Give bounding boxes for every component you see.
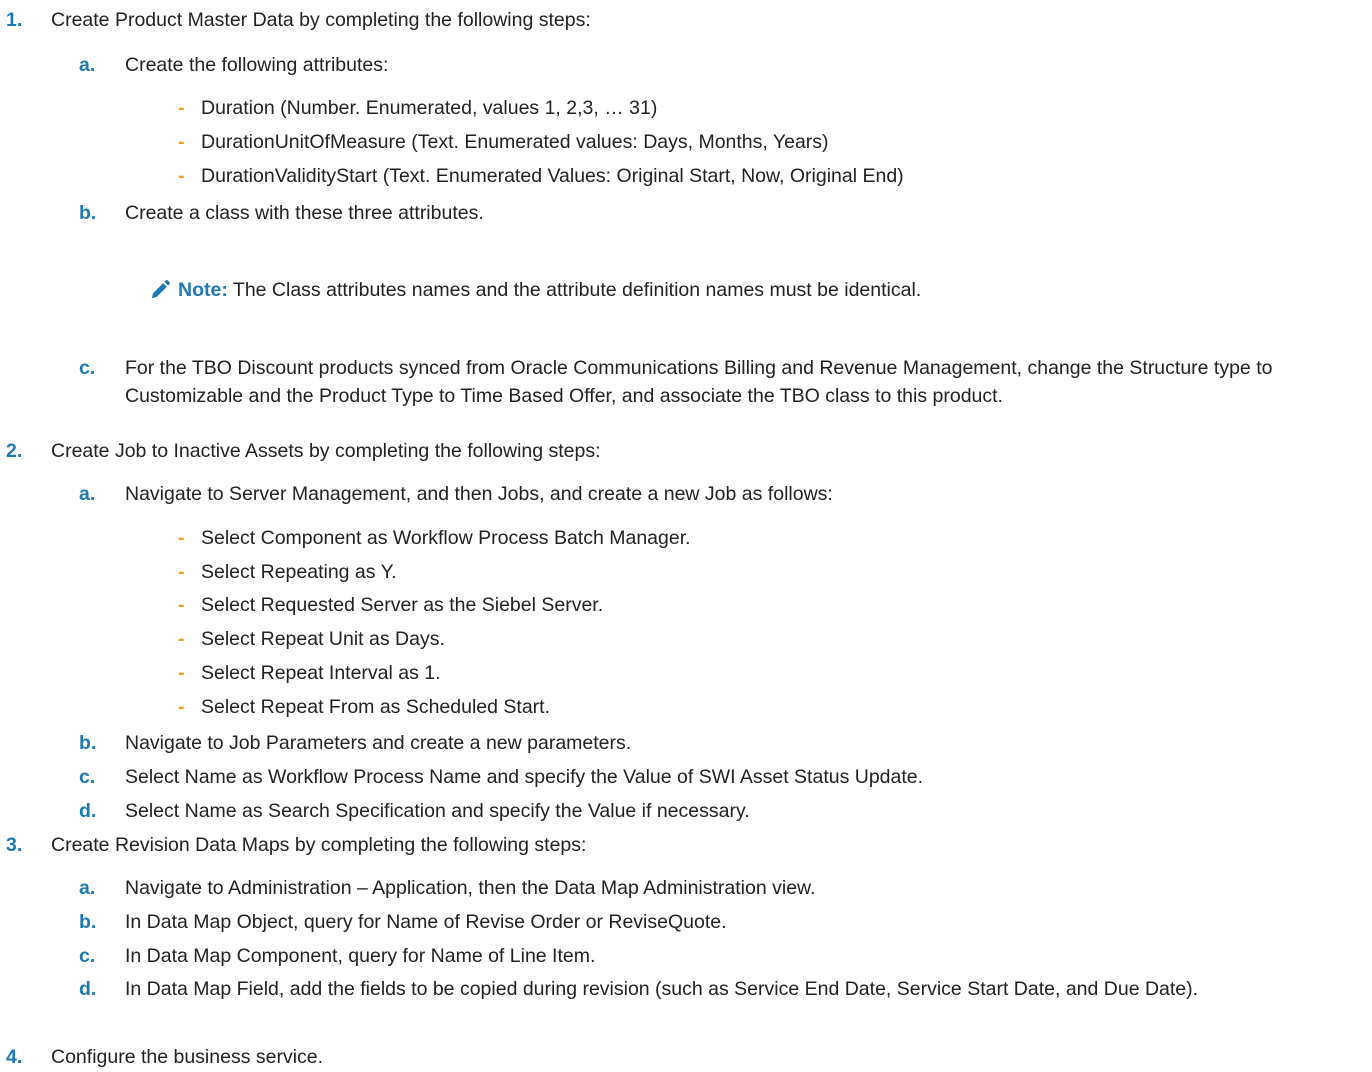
substep-text: Navigate to Server Management, and then … [125, 483, 833, 505]
bullet-dash: - [178, 696, 185, 718]
substep-letter: b. [79, 911, 97, 933]
bullet-dash: - [178, 662, 185, 684]
substep-text: Navigate to Job Parameters and create a … [125, 732, 632, 754]
substep-text: Create a class with these three attribut… [125, 202, 484, 224]
bullet-dash: - [178, 527, 185, 549]
step-number: 4. [6, 1046, 23, 1068]
step-number: 1. [6, 9, 23, 31]
note-label: Note: [178, 279, 228, 301]
substep-letter: d. [79, 800, 97, 822]
substep-text: In Data Map Object, query for Name of Re… [125, 911, 727, 933]
substep-text: Select Name as Workflow Process Name and… [125, 766, 924, 788]
step-text: Create Product Master Data by completing… [51, 9, 591, 31]
bullet-text: Select Repeat From as Scheduled Start. [201, 696, 551, 718]
bullet-dash: - [178, 131, 185, 153]
substep-letter: c. [79, 945, 96, 967]
substep-letter: c. [79, 766, 96, 788]
bullet-dash: - [178, 97, 185, 119]
bullet-dash: - [178, 594, 185, 616]
step-number: 3. [6, 834, 23, 856]
step-text: Configure the business service. [51, 1046, 324, 1068]
bullet-text: DurationUnitOfMeasure (Text. Enumerated … [201, 131, 829, 153]
bullet-text: Duration (Number. Enumerated, values 1, … [201, 97, 658, 119]
substep-letter: b. [79, 732, 97, 754]
bullet-text: Select Repeat Unit as Days. [201, 628, 445, 650]
substep-letter: a. [79, 54, 96, 76]
pencil-icon [151, 280, 170, 299]
bullet-text: Select Requested Server as the Siebel Se… [201, 594, 604, 616]
note-text: The Class attributes names and the attri… [232, 279, 922, 301]
substep-text: For the TBO Discount products synced fro… [125, 357, 1273, 407]
substep-text: In Data Map Field, add the fields to be … [125, 978, 1199, 1000]
substep-text: Create the following attributes: [125, 54, 389, 76]
substep-letter: d. [79, 978, 97, 1000]
step-number: 2. [6, 440, 23, 462]
bullet-text: Select Component as Workflow Process Bat… [201, 527, 691, 549]
substep-letter: a. [79, 877, 96, 899]
bullet-dash: - [178, 165, 185, 187]
step-text: Create Job to Inactive Assets by complet… [51, 440, 601, 462]
substep-letter: c. [79, 357, 96, 379]
substep-letter: b. [79, 202, 97, 224]
substep-text: Select Name as Search Specification and … [125, 800, 750, 822]
bullet-dash: - [178, 561, 185, 583]
substep-letter: a. [79, 483, 96, 505]
substep-text: In Data Map Component, query for Name of… [125, 945, 596, 967]
bullet-text: Select Repeating as Y. [201, 561, 397, 583]
bullet-text: Select Repeat Interval as 1. [201, 662, 441, 684]
substep-text: Navigate to Administration – Application… [125, 877, 816, 899]
bullet-dash: - [178, 628, 185, 650]
bullet-text: DurationValidityStart (Text. Enumerated … [201, 165, 904, 187]
step-text: Create Revision Data Maps by completing … [51, 834, 587, 856]
